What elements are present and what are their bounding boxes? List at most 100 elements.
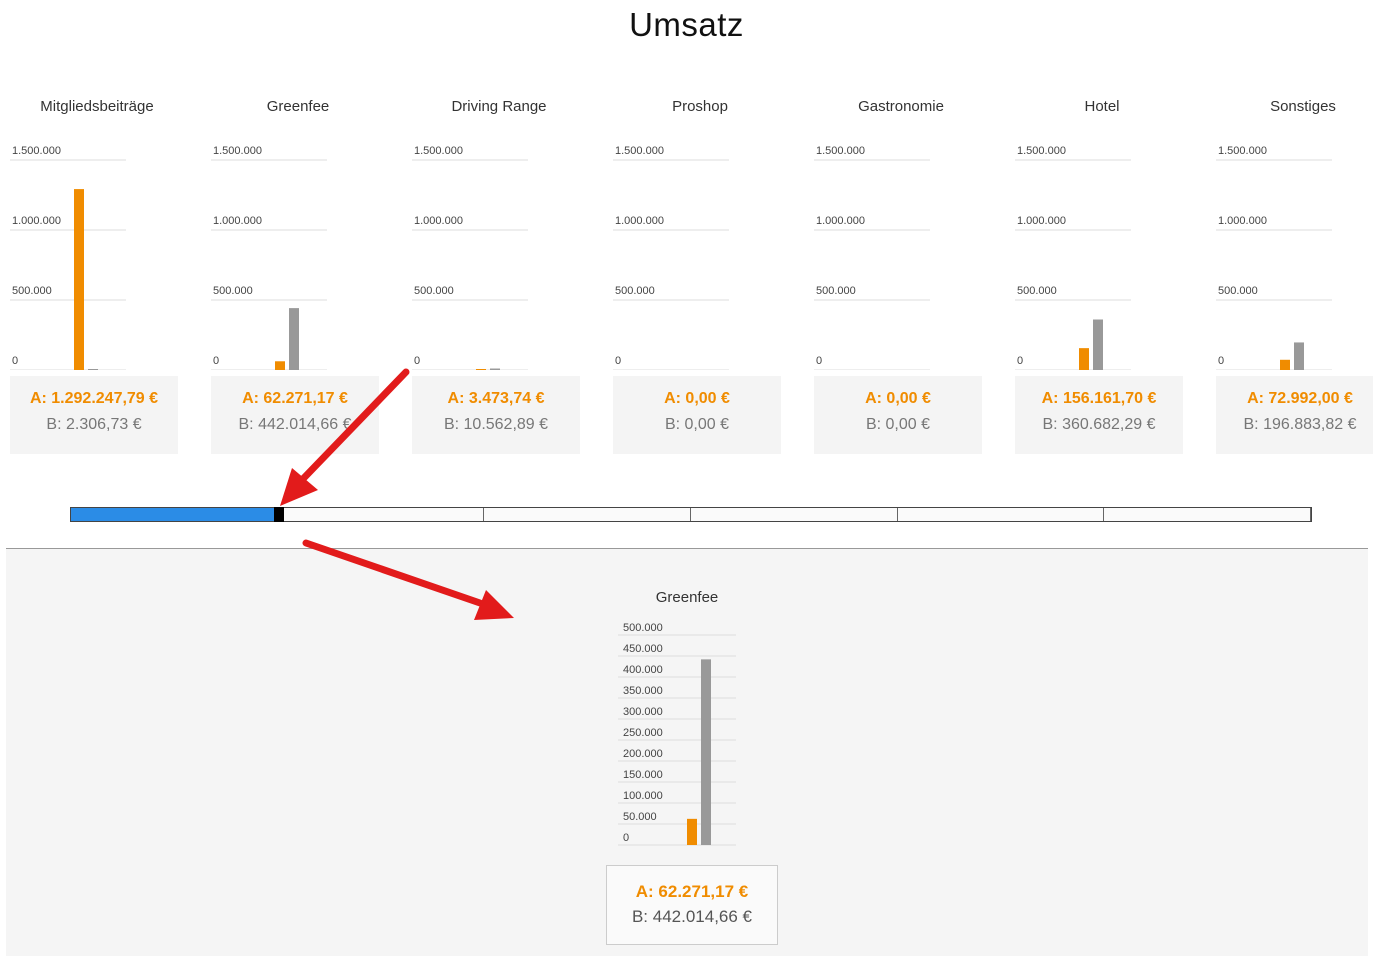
y-tick-label: 250.000 <box>623 727 663 739</box>
value-box: A: 0,00 € B: 0,00 € <box>613 376 781 454</box>
panel-title: Hotel <box>1084 98 1120 115</box>
value-a: A: 62.271,17 € <box>242 390 348 407</box>
y-tick-label: 1.500.000 <box>213 145 262 157</box>
detail-bar-a <box>687 818 697 845</box>
y-tick-label: 500.000 <box>816 285 856 297</box>
value-b: B: 442.014,66 € <box>238 416 352 433</box>
slider-segment[interactable] <box>898 508 1105 521</box>
detail-title: Greenfee <box>655 589 719 606</box>
bar-a <box>1280 359 1290 370</box>
panel-title: Gastronomie <box>858 98 944 115</box>
panel-title: Driving Range <box>451 98 547 115</box>
value-b: B: 10.562,89 € <box>443 416 549 433</box>
value-a: A: 156.161,70 € <box>1041 390 1157 407</box>
y-tick-label: 50.000 <box>623 811 657 823</box>
y-tick-label: 1.500.000 <box>615 145 664 157</box>
value-box: A: 3.473,74 € B: 10.562,89 € <box>412 376 580 454</box>
y-tick-label: 1.000.000 <box>213 215 262 227</box>
y-tick-label: 0 <box>414 355 420 367</box>
y-tick-label: 0 <box>623 832 629 844</box>
panel-chart: 0 500.000 1.000.000 1.500.000 <box>1015 145 1131 370</box>
y-tick-label: 1.000.000 <box>1017 215 1066 227</box>
y-tick-label: 0 <box>213 355 219 367</box>
panel-chart: 0 500.000 1.000.000 1.500.000 <box>412 145 528 370</box>
value-b: B: 0,00 € <box>664 416 730 433</box>
y-tick-label: 1.500.000 <box>12 145 61 157</box>
value-a: A: 3.473,74 € <box>447 390 545 407</box>
value-b: B: 196.883,82 € <box>1243 416 1357 433</box>
y-tick-label: 0 <box>12 355 18 367</box>
y-tick-label: 500.000 <box>1017 285 1057 297</box>
panel-sonstiges: Sonstiges 0 500.000 1.000.000 1.500.000 A: 72… <box>1208 90 1373 460</box>
y-tick-label: 1.000.000 <box>1218 215 1267 227</box>
y-tick-label: 500.000 <box>615 285 655 297</box>
detail-section: Greenfee 0 50.000 100.000 150.000 200.000 250… <box>6 548 1368 956</box>
panel-chart: 0 500.000 1.000.000 1.500.000 <box>814 145 930 370</box>
y-tick-label: 100.000 <box>623 790 663 802</box>
y-tick-label: 500.000 <box>623 622 663 634</box>
category-slider[interactable] <box>70 507 1312 522</box>
bar-a <box>74 189 84 370</box>
panel-title: Mitgliedsbeiträge <box>40 98 154 115</box>
panel-title: Greenfee <box>266 98 330 115</box>
panel-driving-range: Driving Range 0 500.000 1.000.000 1.500.000 A… <box>404 90 594 460</box>
y-tick-label: 450.000 <box>623 643 663 655</box>
value-b: B: 0,00 € <box>865 416 931 433</box>
bar-b <box>88 369 98 370</box>
y-tick-label: 200.000 <box>623 748 663 760</box>
value-a: A: 1.292.247,79 € <box>29 390 159 407</box>
value-box: A: 72.992,00 € B: 196.883,82 € <box>1216 376 1373 454</box>
panel-mitgliedsbeitr-ge: Mitgliedsbeiträge 0 500.000 1.000.000 1.500.… <box>2 90 192 460</box>
panel-proshop: Proshop 0 500.000 1.000.000 1.500.000 A: 0,00… <box>605 90 795 460</box>
value-a: A: 72.992,00 € <box>1247 390 1353 407</box>
panel-title: Sonstiges <box>1270 98 1336 115</box>
panel-chart: 0 500.000 1.000.000 1.500.000 <box>211 145 327 370</box>
y-tick-label: 1.000.000 <box>816 215 865 227</box>
y-tick-label: 1.500.000 <box>414 145 463 157</box>
detail-value-a: A: 62.271,17 € <box>635 882 749 901</box>
slider-segment[interactable] <box>278 508 485 521</box>
y-tick-label: 500.000 <box>12 285 52 297</box>
panel-chart: 0 500.000 1.000.000 1.500.000 <box>613 145 729 370</box>
y-tick-label: 0 <box>1017 355 1023 367</box>
bar-b <box>490 368 500 370</box>
panel-hotel: Hotel 0 500.000 1.000.000 1.500.000 A: 156.16… <box>1007 90 1197 460</box>
y-tick-label: 1.500.000 <box>1017 145 1066 157</box>
slider-segment[interactable] <box>71 508 278 521</box>
bar-a <box>476 369 486 370</box>
slider-segment[interactable] <box>484 508 691 521</box>
value-box: A: 62.271,17 € B: 442.014,66 € <box>211 376 379 454</box>
y-tick-label: 1.000.000 <box>12 215 61 227</box>
detail-value-box: A: 62.271,17 € B: 442.014,66 € <box>606 865 778 945</box>
y-tick-label: 350.000 <box>623 685 663 697</box>
y-tick-label: 400.000 <box>623 664 663 676</box>
y-tick-label: 500.000 <box>213 285 253 297</box>
y-tick-label: 500.000 <box>414 285 454 297</box>
slider-segment[interactable] <box>691 508 898 521</box>
panel-greenfee: Greenfee 0 500.000 1.000.000 1.500.000 A: 62.… <box>203 90 393 460</box>
value-box: A: 1.292.247,79 € B: 2.306,73 € <box>10 376 178 454</box>
bar-b <box>1093 319 1103 370</box>
y-tick-label: 150.000 <box>623 769 663 781</box>
value-box: A: 156.161,70 € B: 360.682,29 € <box>1015 376 1183 454</box>
slider-handle[interactable] <box>273 507 284 522</box>
slider-segment[interactable] <box>1104 508 1311 521</box>
bar-a <box>275 361 285 370</box>
detail-bar-b <box>701 659 711 845</box>
y-tick-label: 300.000 <box>623 706 663 718</box>
bar-b <box>1294 342 1304 370</box>
bar-a <box>1079 348 1089 370</box>
value-a: A: 0,00 € <box>865 390 931 407</box>
y-tick-label: 1.500.000 <box>1218 145 1267 157</box>
detail-value-b: B: 442.014,66 € <box>631 907 753 926</box>
panel-gastronomie: Gastronomie 0 500.000 1.000.000 1.500.000 A: … <box>806 90 996 460</box>
value-box: A: 0,00 € B: 0,00 € <box>814 376 982 454</box>
y-tick-label: 1.000.000 <box>615 215 664 227</box>
value-a: A: 0,00 € <box>664 390 730 407</box>
y-tick-label: 500.000 <box>1218 285 1258 297</box>
value-b: B: 2.306,73 € <box>46 416 142 433</box>
y-tick-label: 0 <box>816 355 822 367</box>
panel-title: Proshop <box>672 98 728 115</box>
y-tick-label: 0 <box>615 355 621 367</box>
detail-chart: 0 50.000 100.000 150.000 200.000 250.000 300.0… <box>618 622 736 846</box>
